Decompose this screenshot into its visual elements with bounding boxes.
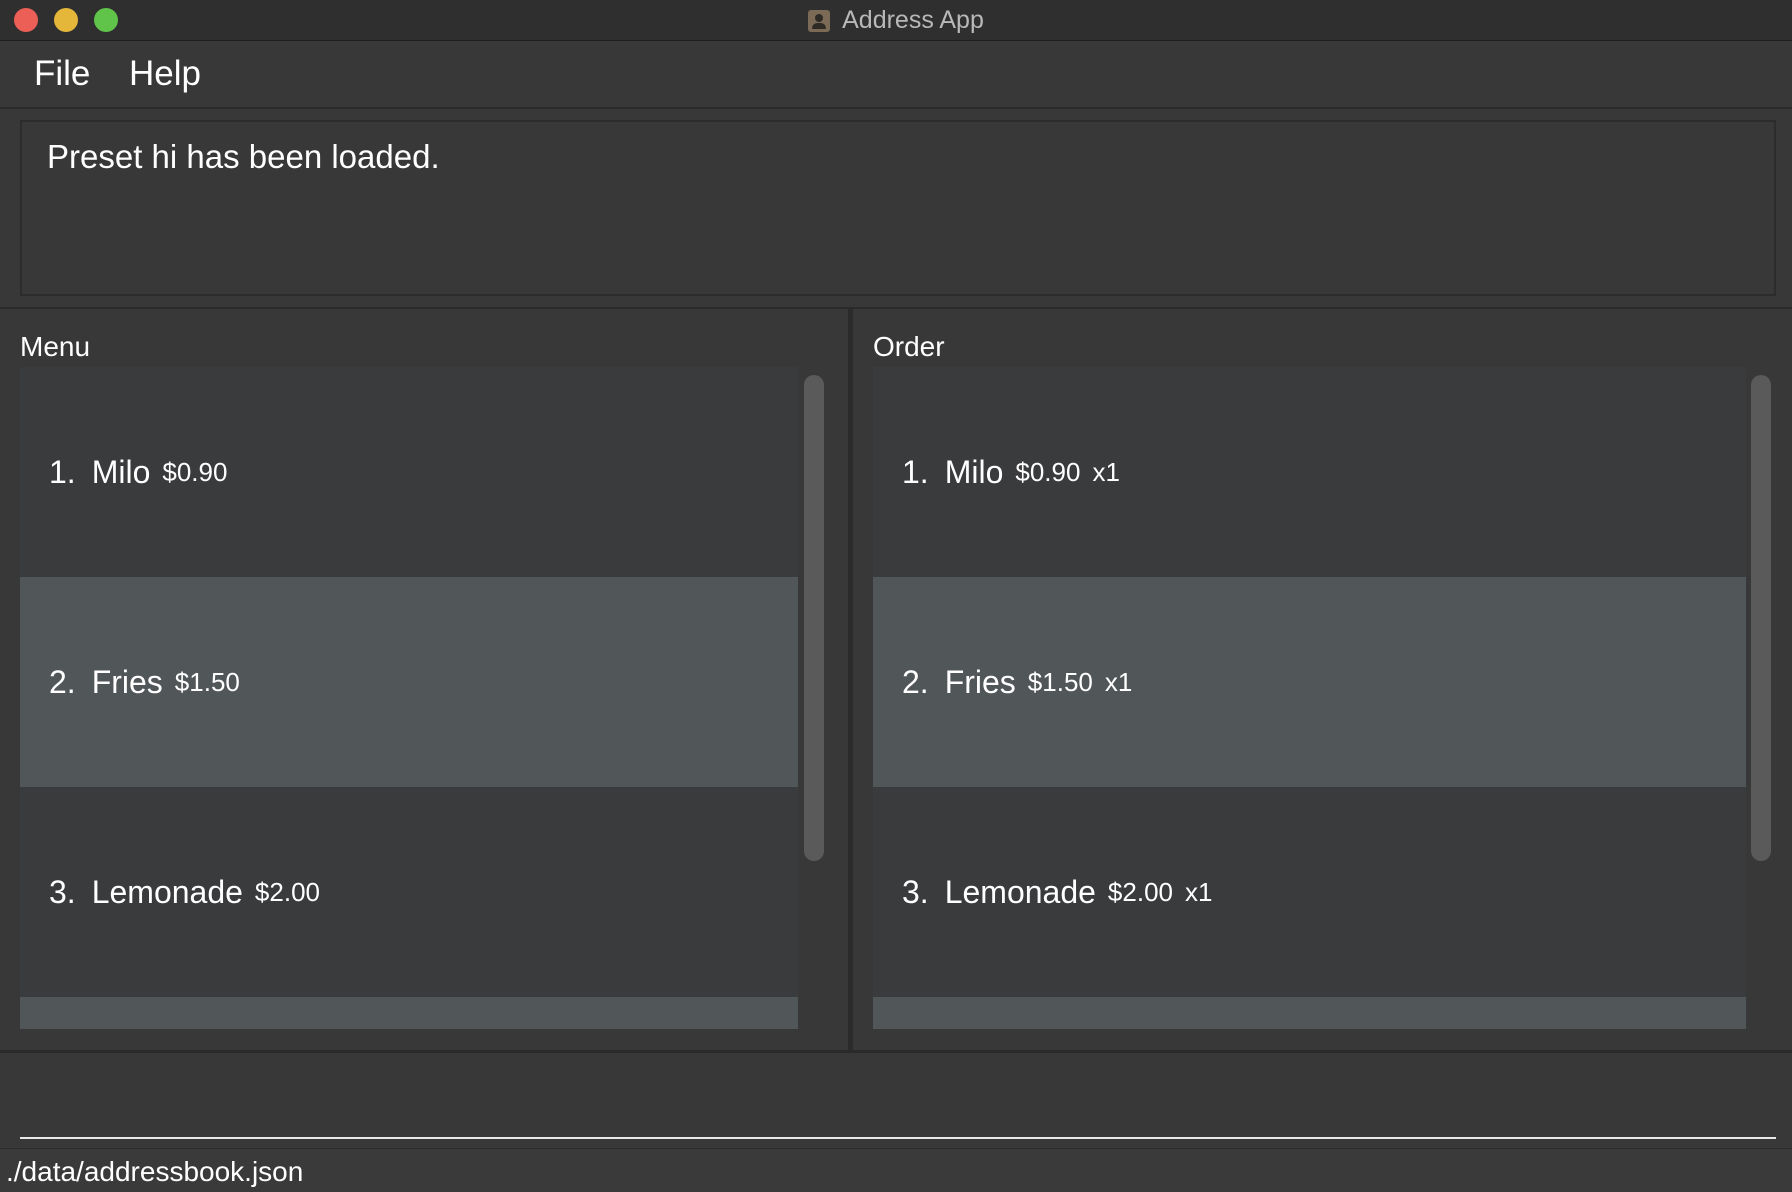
- menu-list-item[interactable]: 3. Lemonade $2.00: [20, 787, 798, 997]
- item-index: 3.: [49, 873, 76, 910]
- order-panel-label: Order: [873, 331, 945, 362]
- split-pane: Menu 1. Milo $0.90 2. Fries $1.50 3. Lem…: [0, 307, 1792, 1053]
- item-quantity: x1: [1104, 666, 1133, 697]
- result-display[interactable]: Preset hi has been loaded.: [20, 120, 1776, 296]
- menu-list-scrollbar[interactable]: [804, 375, 824, 861]
- window-title: Address App: [842, 6, 984, 34]
- item-name: Milo: [91, 453, 151, 490]
- item-name: Lemonade: [91, 873, 243, 910]
- menu-list-item-partial[interactable]: [20, 997, 798, 1029]
- address-book-icon: [808, 9, 831, 32]
- item-index: 2.: [902, 663, 929, 700]
- menu-list-item[interactable]: 1. Milo $0.90: [20, 367, 798, 577]
- item-quantity: x1: [1185, 876, 1213, 907]
- item-price: $1.50: [1027, 666, 1093, 697]
- item-index: 3.: [902, 873, 929, 910]
- item-price: $2.00: [1107, 876, 1173, 907]
- item-price: $0.90: [162, 456, 228, 487]
- item-price: $2.00: [254, 876, 320, 907]
- order-list-item[interactable]: 2. Fries $1.50 x1: [873, 577, 1746, 787]
- item-price: $0.90: [1015, 456, 1081, 487]
- menu-help[interactable]: Help: [129, 52, 201, 96]
- item-price: $1.50: [174, 666, 240, 697]
- item-name: Fries: [91, 663, 163, 700]
- order-list-item[interactable]: 3. Lemonade $2.00 x1: [873, 787, 1746, 997]
- order-panel: Order 1. Milo $0.90 x1 2. Fries $1.50 x1…: [853, 309, 1792, 1050]
- item-name: Milo: [944, 453, 1004, 490]
- command-box: [0, 1053, 1792, 1148]
- title-bar: Address App: [0, 0, 1792, 41]
- item-name: Fries: [944, 663, 1016, 700]
- order-list-item[interactable]: 1. Milo $0.90 x1: [873, 367, 1746, 577]
- order-list-scrollbar[interactable]: [1751, 375, 1771, 861]
- menu-panel: Menu 1. Milo $0.90 2. Fries $1.50 3. Lem…: [0, 309, 848, 1050]
- item-index: 1.: [49, 453, 76, 490]
- menu-file[interactable]: File: [34, 52, 90, 96]
- order-list[interactable]: 1. Milo $0.90 x1 2. Fries $1.50 x1 3. Le…: [873, 367, 1746, 1029]
- menu-list[interactable]: 1. Milo $0.90 2. Fries $1.50 3. Lemonade…: [20, 367, 798, 1029]
- status-bar: ./data/addressbook.json: [0, 1148, 1792, 1192]
- menu-bar: File Help: [0, 42, 1792, 109]
- command-input[interactable]: [20, 1059, 1776, 1139]
- item-index: 1.: [902, 453, 929, 490]
- item-name: Lemonade: [944, 873, 1096, 910]
- order-list-item-partial[interactable]: [873, 997, 1746, 1029]
- window-title-group: Address App: [0, 0, 1792, 41]
- status-file-path: ./data/addressbook.json: [6, 1156, 304, 1187]
- menu-panel-label: Menu: [20, 331, 91, 362]
- result-message: Preset hi has been loaded.: [47, 138, 440, 175]
- item-quantity: x1: [1092, 456, 1120, 487]
- menu-list-item[interactable]: 2. Fries $1.50: [20, 577, 798, 787]
- item-index: 2.: [49, 663, 76, 700]
